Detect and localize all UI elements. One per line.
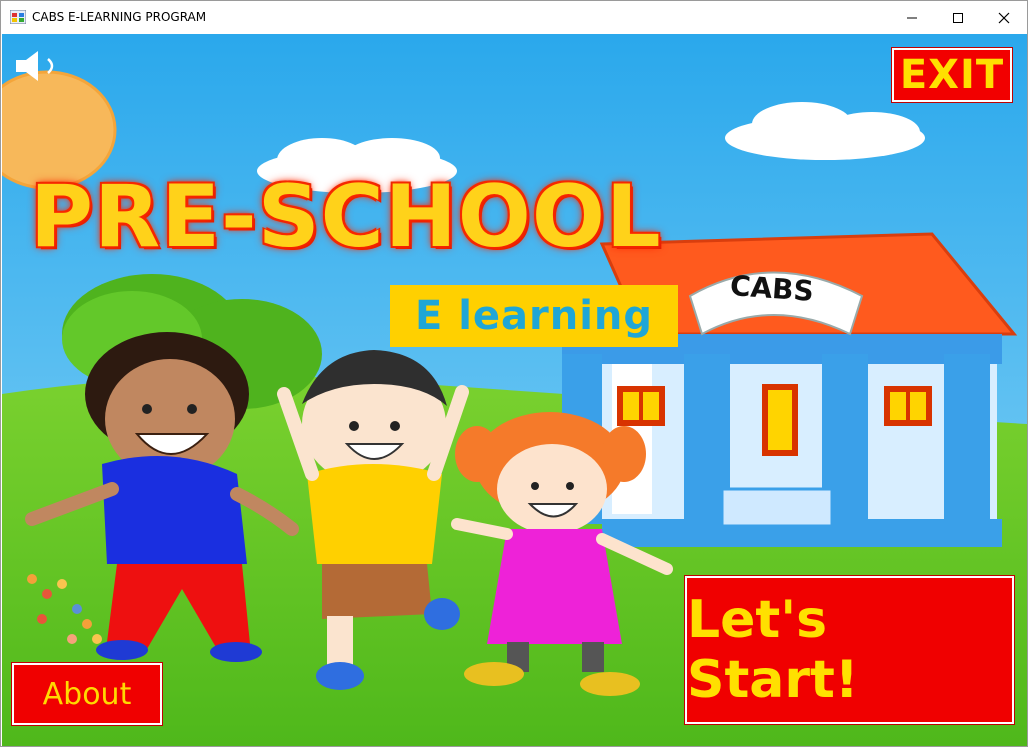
app-window: CABS E-LEARNING PROGRAM EXIT PRE-SCHOOL … xyxy=(0,0,1028,747)
headline-title: PRE-SCHOOL xyxy=(30,167,662,267)
close-button[interactable] xyxy=(981,1,1027,34)
start-button[interactable]: Let's Start! xyxy=(684,575,1015,725)
title-bar: CABS E-LEARNING PROGRAM xyxy=(1,1,1027,34)
about-button[interactable]: About xyxy=(11,662,163,726)
subtitle-text: E learning xyxy=(414,293,654,339)
school-sign-text: CABS xyxy=(728,269,815,308)
maximize-icon xyxy=(953,12,963,23)
speaker-icon[interactable] xyxy=(14,49,62,83)
close-icon xyxy=(998,12,1010,23)
minimize-icon xyxy=(907,17,917,18)
subtitle-banner: E learning xyxy=(390,285,678,347)
exit-button[interactable]: EXIT xyxy=(891,47,1013,103)
app-icon xyxy=(10,10,26,24)
maximize-button[interactable] xyxy=(935,1,981,34)
minimize-button[interactable] xyxy=(889,1,935,34)
window-title: CABS E-LEARNING PROGRAM xyxy=(32,10,207,24)
main-screen: EXIT PRE-SCHOOL E learning CABS About Le… xyxy=(2,34,1027,746)
